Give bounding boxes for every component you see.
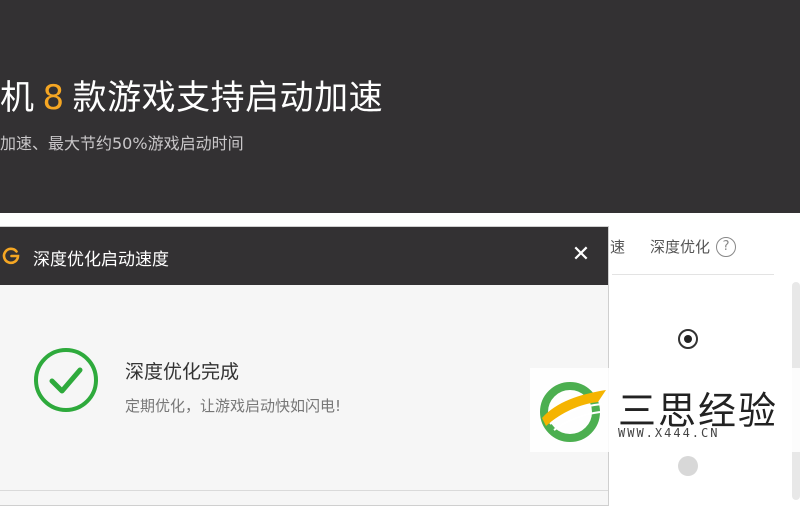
- radio-option-unselected[interactable]: [678, 456, 698, 476]
- banner-title-prefix: 机: [0, 78, 35, 118]
- banner-title-number: 8: [42, 78, 65, 118]
- tab-deep-optimize[interactable]: 深度优化 ?: [650, 236, 737, 257]
- dialog-footer-divider: [0, 490, 608, 491]
- checkmark-circle-icon: [34, 348, 98, 412]
- top-banner: 机 8 款游戏支持启动加速 加速、最大节约50%游戏启动时间: [0, 0, 800, 213]
- banner-title-suffix: 款游戏支持启动加速: [72, 78, 384, 118]
- deep-optimize-dialog: 深度优化启动速度 ✕ 深度优化完成 定期优化，让游戏启动快如闪电!: [0, 226, 609, 506]
- watermark-url: WWW.X444.CN: [618, 426, 720, 440]
- dialog-title: 深度优化启动速度: [33, 250, 169, 270]
- dialog-body: 深度优化完成 定期优化，让游戏启动快如闪电!: [0, 285, 608, 505]
- radio-option-selected[interactable]: [678, 329, 698, 349]
- tab-partial[interactable]: 速: [610, 236, 625, 257]
- tab-deep-optimize-label: 深度优化: [650, 238, 711, 256]
- optimize-complete-title: 深度优化完成: [125, 361, 240, 383]
- watermark: 三思经验 WWW.X444.CN: [530, 368, 800, 452]
- watermark-logo-icon: [540, 382, 606, 442]
- question-circle-icon[interactable]: ?: [716, 236, 737, 257]
- banner-title: 机 8 款游戏支持启动加速: [0, 70, 383, 119]
- optimize-complete-message: 定期优化，让游戏启动快如闪电!: [125, 397, 342, 415]
- tab-divider: [612, 274, 774, 275]
- dialog-header: 深度优化启动速度 ✕: [0, 227, 608, 285]
- orange-g-logo-icon: [2, 247, 20, 265]
- close-icon[interactable]: ✕: [570, 244, 592, 266]
- banner-subtitle: 加速、最大节约50%游戏启动时间: [0, 134, 244, 153]
